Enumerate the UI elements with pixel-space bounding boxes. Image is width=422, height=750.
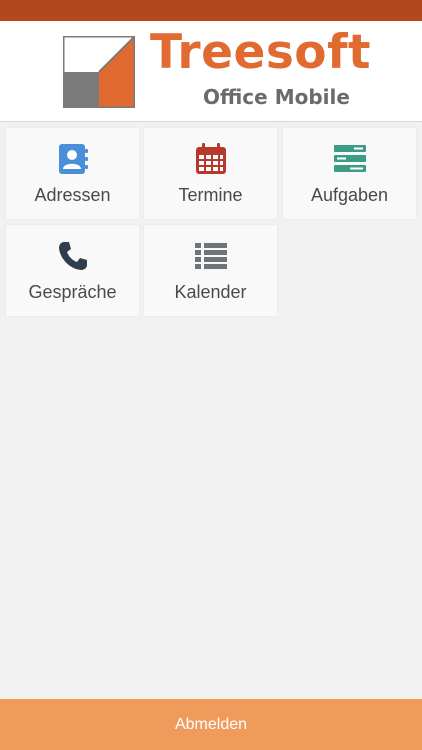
logout-button[interactable]: Abmelden (0, 699, 422, 750)
tile-label: Termine (178, 185, 243, 205)
list-icon (194, 243, 227, 269)
tile-adressen[interactable]: Adressen (6, 128, 139, 219)
tile-label: Kalender (174, 282, 247, 302)
tile-gespraeche[interactable]: Gespräche (6, 225, 139, 316)
logo-title: Treesoft (150, 25, 372, 80)
tasks-icon (333, 145, 366, 172)
tile-label: Gespräche (28, 282, 117, 302)
tile-termine[interactable]: Termine (144, 128, 277, 219)
address-book-icon (58, 144, 88, 174)
tile-kalender[interactable]: Kalender (144, 225, 277, 316)
tile-aufgaben[interactable]: Aufgaben (283, 128, 416, 219)
status-bar (0, 0, 422, 21)
phone-icon (58, 242, 87, 270)
logo-subtitle: Office Mobile (203, 85, 350, 109)
tile-label: Aufgaben (310, 185, 389, 205)
treesoft-logo-icon (63, 36, 135, 108)
app-header: Treesoft Office Mobile (0, 21, 422, 122)
calendar-icon (195, 143, 226, 174)
tile-label: Adressen (34, 185, 111, 205)
